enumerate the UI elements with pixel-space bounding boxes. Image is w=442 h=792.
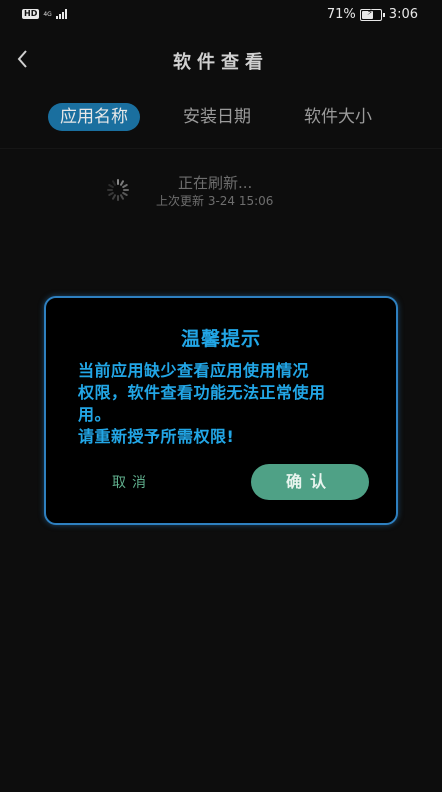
app-header: 软件查看 — [0, 36, 442, 84]
tab-app-size[interactable]: 软件大小 — [304, 103, 372, 131]
dialog-title: 温馨提示 — [180, 328, 261, 350]
page-title: 软件查看 — [173, 52, 269, 73]
battery-icon: ⚡ — [359, 7, 382, 21]
status-right: 71% ⚡ 3:06 — [327, 7, 418, 22]
signal-icon — [55, 9, 67, 19]
hd-badge: HD — [22, 9, 40, 19]
dialog-message: 当前应用缺少查看应用使用情况 权限，软件查看功能无法正常使用 用。 请重新授予所… — [78, 360, 368, 448]
confirm-button[interactable]: 确认 — [251, 464, 369, 500]
tab-app-name[interactable]: 应用名称 — [48, 103, 140, 131]
dialog-message-line: 当前应用缺少查看应用使用情况 — [78, 361, 310, 380]
dialog-message-line: 用。 — [78, 405, 112, 424]
permission-dialog: 温馨提示 当前应用缺少查看应用使用情况 权限，软件查看功能无法正常使用 用。 请… — [44, 296, 398, 525]
dialog-message-line: 权限，软件查看功能无法正常使用 — [78, 383, 326, 402]
tabs-divider — [0, 148, 442, 149]
cancel-button[interactable]: 取消 — [112, 472, 152, 492]
tab-install-date[interactable]: 安装日期 — [183, 103, 251, 131]
battery-tip — [382, 12, 385, 17]
last-update-text: 上次更新 3-24 15:06 — [156, 194, 274, 208]
status-time: 3:06 — [388, 7, 418, 22]
network-type-label: 4G — [43, 10, 52, 18]
refresh-status-text: 正在刷新... — [178, 174, 253, 192]
status-bar: HD 4G 71% ⚡ 3:06 — [0, 0, 442, 30]
battery-percent: 71% — [326, 7, 356, 22]
charging-icon: ⚡ — [366, 7, 374, 18]
status-left: HD 4G — [22, 9, 67, 19]
sort-tabs: 应用名称 安装日期 软件大小 — [0, 103, 442, 133]
loading-spinner-icon — [107, 179, 129, 201]
dialog-message-line: 请重新授予所需权限! — [78, 427, 235, 446]
